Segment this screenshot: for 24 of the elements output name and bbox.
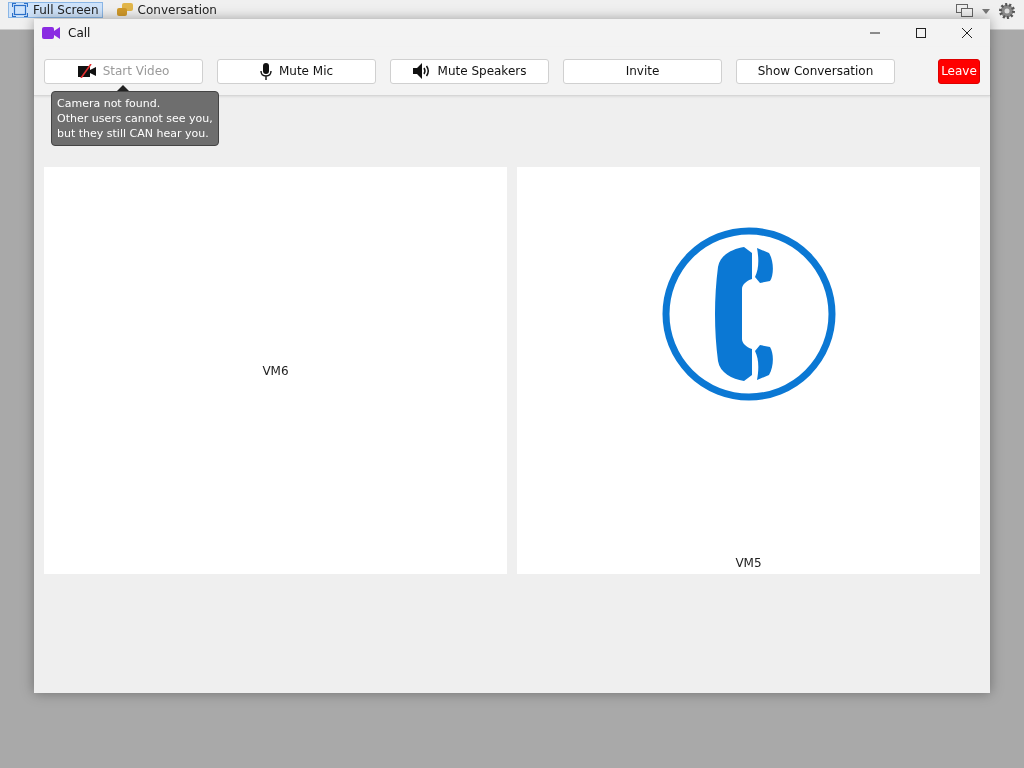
video-camera-icon bbox=[42, 27, 60, 39]
windows-icon[interactable] bbox=[956, 4, 974, 18]
gear-icon[interactable] bbox=[998, 2, 1016, 20]
close-icon[interactable] bbox=[961, 27, 973, 39]
toolbar-button[interactable]: Mute Mic bbox=[217, 58, 376, 84]
toolbar-button[interactable]: Mute Speakers bbox=[390, 58, 549, 84]
host-tab[interactable]: Full Screen bbox=[8, 2, 103, 18]
leave-button[interactable]: Leave bbox=[938, 58, 980, 84]
participant-name: VM6 bbox=[262, 363, 289, 378]
fullscreen-icon bbox=[12, 3, 28, 17]
window-title: Call bbox=[68, 26, 91, 40]
speaker-icon bbox=[412, 63, 431, 79]
toolbar-button[interactable]: Invite bbox=[563, 58, 722, 84]
phone-icon bbox=[661, 227, 836, 401]
camera-off-icon bbox=[77, 64, 96, 78]
tooltip: Camera not found. Other users cannot see you, but they still CAN hear you. bbox=[51, 91, 219, 146]
chat-icon bbox=[116, 3, 133, 17]
caret-icon[interactable] bbox=[982, 8, 990, 14]
participant-name: VM5 bbox=[735, 556, 762, 570]
tooltip-pointer bbox=[117, 85, 129, 91]
host-tab[interactable]: Conversation bbox=[112, 2, 221, 18]
toolbar-button[interactable]: Show Conversation bbox=[736, 58, 895, 84]
maximize-icon[interactable] bbox=[915, 27, 927, 39]
microphone-icon bbox=[259, 62, 272, 80]
